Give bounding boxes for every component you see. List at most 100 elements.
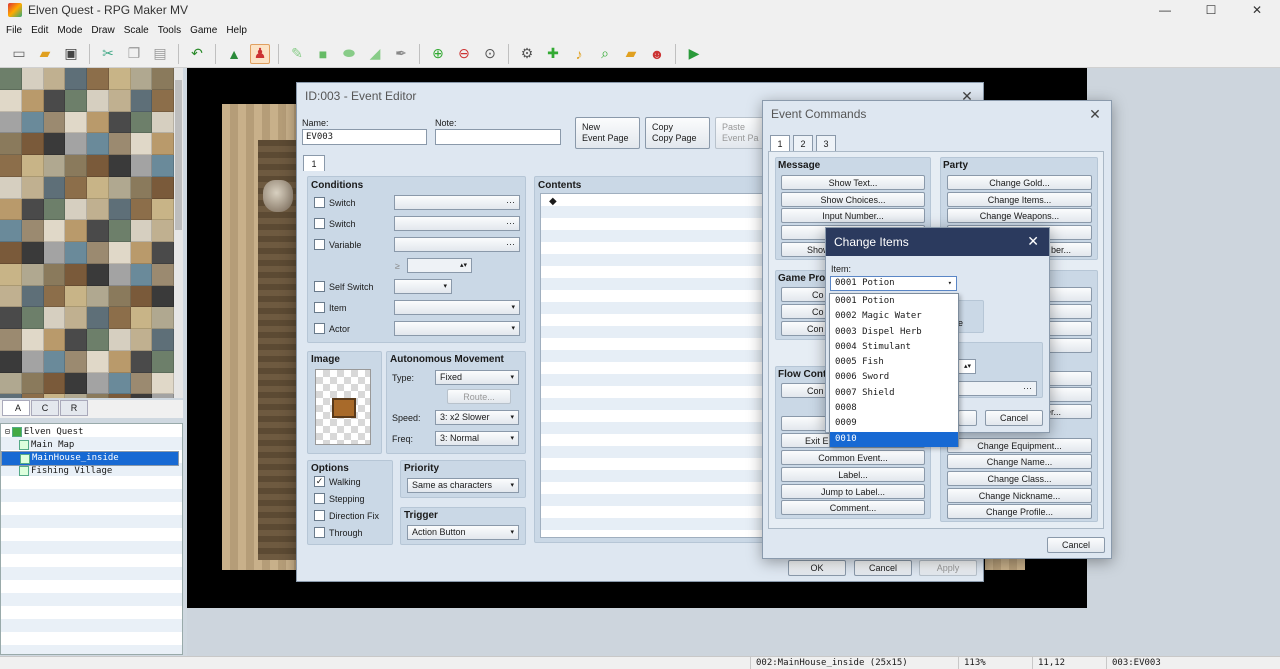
tile[interactable]: [65, 155, 87, 177]
tile[interactable]: [108, 176, 131, 199]
item-option[interactable]: 0001 Potion: [830, 294, 958, 309]
tile[interactable]: [130, 155, 153, 177]
menu-scale[interactable]: Scale: [124, 25, 155, 36]
tile[interactable]: [0, 220, 22, 242]
tile[interactable]: [152, 350, 174, 373]
cut-icon[interactable]: ✂: [98, 44, 118, 64]
tile[interactable]: [108, 111, 131, 134]
resource-manager-icon[interactable]: ▰: [621, 44, 641, 64]
stepping-checkbox[interactable]: [314, 493, 325, 504]
item-option[interactable]: 0008: [830, 401, 958, 416]
database-icon[interactable]: ⚙: [517, 44, 537, 64]
tile[interactable]: [0, 329, 22, 351]
maximize-button[interactable]: ☐: [1188, 0, 1234, 20]
tile[interactable]: [21, 176, 44, 199]
name-field[interactable]: EV003: [302, 129, 427, 145]
tile[interactable]: [43, 89, 66, 112]
tile[interactable]: [108, 220, 131, 242]
tile[interactable]: [152, 307, 174, 329]
tile[interactable]: [87, 242, 109, 264]
tileset-scrollbar[interactable]: [174, 68, 183, 398]
tile[interactable]: [0, 350, 22, 373]
tile[interactable]: [65, 89, 87, 112]
item-checkbox[interactable]: [314, 302, 325, 313]
tile[interactable]: [108, 155, 131, 177]
tile[interactable]: [43, 111, 66, 134]
tile[interactable]: [152, 68, 174, 90]
tile[interactable]: [108, 329, 131, 351]
tile[interactable]: [0, 68, 22, 90]
event-image[interactable]: [315, 369, 371, 445]
tile[interactable]: [43, 263, 66, 286]
item-option[interactable]: 0004 Stimulant: [830, 340, 958, 355]
close-window-button[interactable]: ✕: [1234, 0, 1280, 20]
item-option[interactable]: 0007 Shield: [830, 386, 958, 401]
tile[interactable]: [130, 68, 153, 90]
tile[interactable]: [65, 394, 87, 398]
change-nickname-button[interactable]: Change Nickname...: [947, 488, 1092, 503]
event-commands-cancel-button[interactable]: Cancel: [1047, 537, 1105, 553]
page-tab-1[interactable]: 1: [303, 155, 325, 171]
common-event-button[interactable]: Common Event...: [781, 450, 925, 465]
priority-select[interactable]: Same as characters ▾: [407, 478, 519, 493]
variable-value-spinner[interactable]: ▴▾: [407, 258, 472, 273]
tile[interactable]: [21, 89, 44, 112]
menu-draw[interactable]: Draw: [91, 25, 120, 36]
tile[interactable]: [43, 372, 66, 395]
tileset-tab-c[interactable]: C: [31, 400, 59, 416]
command-tab-3[interactable]: 3: [816, 135, 836, 151]
tile[interactable]: [87, 89, 109, 112]
through-checkbox[interactable]: [314, 527, 325, 538]
tile[interactable]: [21, 220, 44, 242]
menu-file[interactable]: File: [6, 25, 28, 36]
tile[interactable]: [130, 111, 153, 134]
tile[interactable]: [130, 307, 153, 329]
tile[interactable]: [0, 133, 22, 155]
change-name-button[interactable]: Change Name...: [947, 454, 1092, 469]
tile[interactable]: [65, 111, 87, 134]
copy-icon[interactable]: ❐: [124, 44, 144, 64]
tile[interactable]: [130, 350, 153, 373]
tile[interactable]: [65, 350, 87, 373]
variable-checkbox[interactable]: [314, 239, 325, 250]
tile[interactable]: [0, 394, 22, 398]
tile[interactable]: [21, 329, 44, 351]
tile[interactable]: [130, 329, 153, 351]
tile[interactable]: [87, 176, 109, 199]
tile[interactable]: [130, 372, 153, 395]
tile[interactable]: [65, 372, 87, 395]
tile[interactable]: [87, 263, 109, 286]
tile[interactable]: [152, 329, 174, 351]
change-class-button[interactable]: Change Class...: [947, 471, 1092, 486]
actor-select[interactable]: ▾: [394, 321, 520, 336]
tile[interactable]: [87, 220, 109, 242]
tile[interactable]: [21, 242, 44, 264]
tile[interactable]: [152, 111, 174, 134]
actor-checkbox[interactable]: [314, 323, 325, 334]
tile[interactable]: [108, 394, 131, 398]
tile[interactable]: [21, 285, 44, 308]
route-button[interactable]: Route...: [447, 389, 511, 404]
tile[interactable]: [108, 242, 131, 264]
open-project-icon[interactable]: ▰: [35, 44, 55, 64]
ellipse-icon[interactable]: ⬬: [339, 44, 359, 64]
zoom-out-icon[interactable]: ⊖: [454, 44, 474, 64]
item-dropdown[interactable]: 0001 Potion ▾: [830, 276, 957, 291]
tile[interactable]: [87, 307, 109, 329]
tile[interactable]: [0, 285, 22, 308]
fill-icon[interactable]: ◢: [365, 44, 385, 64]
jump-to-label-button[interactable]: Jump to Label...: [781, 484, 925, 499]
tileset-tab-r[interactable]: R: [60, 400, 88, 416]
tile[interactable]: [152, 242, 174, 264]
command-tab-2[interactable]: 2: [793, 135, 813, 151]
tile[interactable]: [108, 68, 131, 90]
tile[interactable]: [130, 198, 153, 221]
tile[interactable]: [21, 68, 44, 90]
minimize-button[interactable]: —: [1142, 0, 1188, 20]
tile[interactable]: [108, 89, 131, 112]
tile[interactable]: [65, 133, 87, 155]
tile[interactable]: [65, 176, 87, 199]
tile[interactable]: [0, 307, 22, 329]
ok-button-partial[interactable]: [958, 410, 977, 426]
tile[interactable]: [0, 155, 22, 177]
